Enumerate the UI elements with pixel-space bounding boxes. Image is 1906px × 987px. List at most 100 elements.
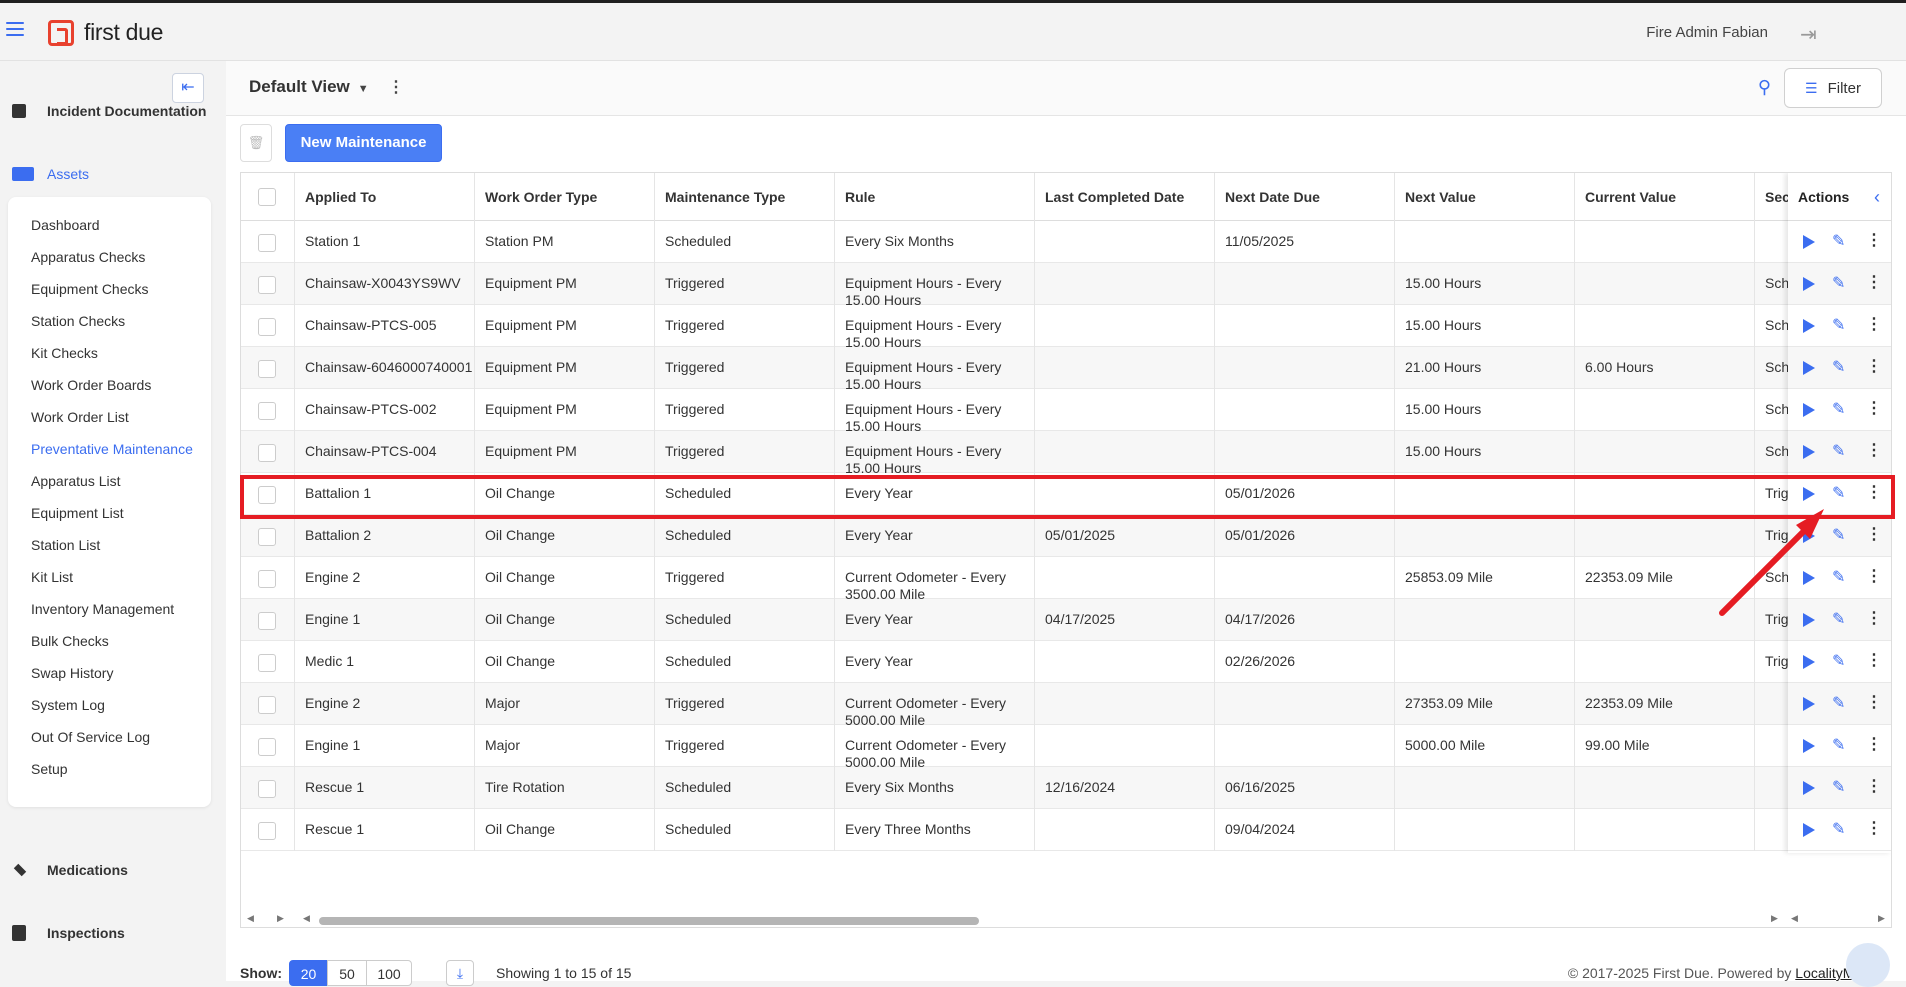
edit-pencil-icon[interactable]: ✎ (1832, 441, 1845, 461)
sidebar-item-work-order-boards[interactable]: Work Order Boards (31, 377, 151, 393)
more-options-kebab-icon[interactable]: ⋮ (1866, 734, 1882, 754)
table-row[interactable]: Chainsaw-PTCS-005 Equipment PM Triggered Eq… (241, 305, 1891, 347)
more-options-kebab-icon[interactable]: ⋮ (1866, 818, 1882, 838)
sidebar-item-bulk-checks[interactable]: Bulk Checks (31, 633, 109, 649)
column-header[interactable]: Applied To (295, 173, 475, 221)
page-size-50[interactable]: 50 (327, 960, 367, 986)
column-header[interactable]: Next Value (1395, 173, 1575, 221)
column-header[interactable]: Rule (835, 173, 1035, 221)
column-header[interactable]: Current Value (1575, 173, 1755, 221)
more-options-kebab-icon[interactable]: ⋮ (1866, 440, 1882, 460)
row-checkbox[interactable] (258, 402, 276, 420)
play-icon[interactable] (1803, 781, 1815, 795)
sidebar-section-assets[interactable]: Assets (12, 166, 89, 182)
edit-pencil-icon[interactable]: ✎ (1832, 273, 1845, 293)
table-row[interactable]: Medic 1 Oil Change Scheduled Every Year 02/2… (241, 641, 1891, 683)
edit-pencil-icon[interactable]: ✎ (1832, 399, 1845, 419)
table-row[interactable]: Station 1 Station PM Scheduled Every Six Mo… (241, 221, 1891, 263)
row-checkbox[interactable] (258, 234, 276, 252)
sidebar-item-kit-list[interactable]: Kit List (31, 569, 73, 585)
sidebar-item-equipment-list[interactable]: Equipment List (31, 505, 124, 521)
row-checkbox[interactable] (258, 612, 276, 630)
scroll-right-icon[interactable]: ▶ (277, 913, 284, 924)
sidebar-item-preventative-maintenance[interactable]: Preventative Maintenance (31, 441, 193, 457)
row-checkbox[interactable] (258, 822, 276, 840)
search-icon[interactable]: ⚲ (1758, 77, 1771, 98)
play-icon[interactable] (1803, 655, 1815, 669)
scroll-left-icon[interactable]: ◀ (247, 913, 254, 924)
more-options-kebab-icon[interactable]: ⋮ (1866, 398, 1882, 418)
sidebar-item-out-of-service-log[interactable]: Out Of Service Log (31, 729, 150, 745)
scrollbar-thumb[interactable] (319, 917, 979, 925)
sidebar-item-setup[interactable]: Setup (31, 761, 68, 777)
app-logo[interactable]: first due (48, 19, 163, 46)
column-header[interactable]: Maintenance Type (655, 173, 835, 221)
sidebar-item-apparatus-list[interactable]: Apparatus List (31, 473, 121, 489)
sidebar-item-station-list[interactable]: Station List (31, 537, 100, 553)
more-options-kebab-icon[interactable]: ⋮ (1866, 776, 1882, 796)
table-row[interactable]: Engine 2 Oil Change Triggered Current Odome… (241, 557, 1891, 599)
row-checkbox[interactable] (258, 360, 276, 378)
edit-pencil-icon[interactable]: ✎ (1832, 231, 1845, 251)
row-checkbox[interactable] (258, 318, 276, 336)
page-size-20[interactable]: 20 (289, 960, 328, 986)
sidebar-item-swap-history[interactable]: Swap History (31, 665, 113, 681)
table-row[interactable]: Chainsaw-6046000740001 Equipment PM Trigge… (241, 347, 1891, 389)
row-checkbox[interactable] (258, 570, 276, 588)
view-options-kebab-icon[interactable]: ⋮ (388, 77, 404, 97)
edit-pencil-icon[interactable]: ✎ (1832, 693, 1845, 713)
filter-button[interactable]: ☰ Filter (1784, 68, 1882, 108)
play-icon[interactable] (1803, 403, 1815, 417)
user-name[interactable]: Fire Admin Fabian (1646, 24, 1768, 41)
more-options-kebab-icon[interactable]: ⋮ (1866, 272, 1882, 292)
sidebar-item-inventory-management[interactable]: Inventory Management (31, 601, 174, 617)
sidebar-item-station-checks[interactable]: Station Checks (31, 313, 125, 329)
select-all-checkbox[interactable] (258, 188, 276, 206)
horizontal-scrollbar[interactable]: ◀ ▶ ◀ ▶ ◀ ▶ (241, 913, 1891, 927)
sidebar-section-inspections[interactable]: Inspections (12, 925, 125, 941)
table-row[interactable]: Chainsaw-X0043YS9WV Equipment PM Triggered… (241, 263, 1891, 305)
view-selector[interactable]: Default View ▼ (249, 77, 369, 97)
page-size-100[interactable]: 100 (366, 960, 412, 986)
play-icon[interactable] (1803, 739, 1815, 753)
more-options-kebab-icon[interactable]: ⋮ (1866, 356, 1882, 376)
collapse-sidebar-button[interactable]: ⇤ (172, 73, 204, 103)
sidebar-section-incident-documentation[interactable]: Incident Documentation (12, 103, 206, 119)
scroll-left-icon[interactable]: ◀ (303, 913, 310, 924)
play-icon[interactable] (1803, 445, 1815, 459)
sidebar-item-kit-checks[interactable]: Kit Checks (31, 345, 98, 361)
download-icon[interactable]: ⤓ (446, 960, 474, 986)
table-row[interactable]: Chainsaw-PTCS-002 Equipment PM Triggered Eq… (241, 389, 1891, 431)
row-checkbox[interactable] (258, 780, 276, 798)
table-row[interactable]: Engine 1 Oil Change Scheduled Every Year 04/… (241, 599, 1891, 641)
play-icon[interactable] (1803, 235, 1815, 249)
column-header[interactable]: Next Date Due (1215, 173, 1395, 221)
column-header[interactable]: Work Order Type (475, 173, 655, 221)
hamburger-menu-icon[interactable] (6, 22, 24, 38)
edit-pencil-icon[interactable]: ✎ (1832, 357, 1845, 377)
scroll-right-icon[interactable]: ▶ (1771, 913, 1778, 924)
row-checkbox[interactable] (258, 738, 276, 756)
more-options-kebab-icon[interactable]: ⋮ (1866, 692, 1882, 712)
support-avatar[interactable] (1846, 943, 1890, 987)
sidebar-item-equipment-checks[interactable]: Equipment Checks (31, 281, 149, 297)
table-row[interactable]: Chainsaw-PTCS-004 Equipment PM Triggered Eq… (241, 431, 1891, 473)
sidebar-item-dashboard[interactable]: Dashboard (31, 217, 100, 233)
sidebar-item-work-order-list[interactable]: Work Order List (31, 409, 129, 425)
sidebar-section-medications[interactable]: Medications (12, 862, 128, 878)
play-icon[interactable] (1803, 319, 1815, 333)
sidebar-item-system-log[interactable]: System Log (31, 697, 105, 713)
table-row[interactable]: Engine 2 Major Triggered Current Odometer -… (241, 683, 1891, 725)
table-row[interactable]: Rescue 1 Oil Change Scheduled Every Three M… (241, 809, 1891, 851)
table-row[interactable]: Engine 1 Major Triggered Current Odometer -… (241, 725, 1891, 767)
column-header[interactable]: Last Completed Date (1035, 173, 1215, 221)
edit-pencil-icon[interactable]: ✎ (1832, 315, 1845, 335)
row-checkbox[interactable] (258, 528, 276, 546)
more-options-kebab-icon[interactable]: ⋮ (1866, 650, 1882, 670)
edit-pencil-icon[interactable]: ✎ (1832, 651, 1845, 671)
play-icon[interactable] (1803, 361, 1815, 375)
scroll-right-icon[interactable]: ▶ (1878, 913, 1885, 924)
delete-button[interactable]: 🗑 (240, 124, 272, 162)
new-maintenance-button[interactable]: New Maintenance (285, 124, 442, 162)
table-row[interactable]: Battalion 2 Oil Change Scheduled Every Year… (241, 515, 1891, 557)
